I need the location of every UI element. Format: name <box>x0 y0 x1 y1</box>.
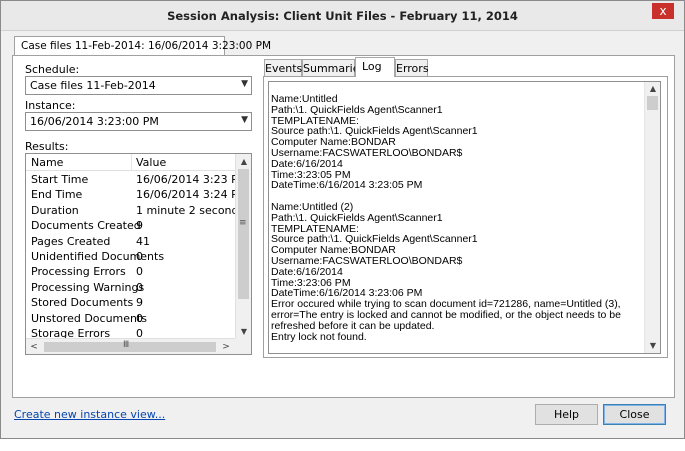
log-vertical-scrollbar[interactable]: ▲ ▼ <box>644 82 660 353</box>
log-line: Date:6/16/2014 <box>271 157 343 170</box>
close-window-icon[interactable]: x <box>652 3 674 19</box>
results-horizontal-scrollbar[interactable]: < Ⅲ > <box>26 338 236 354</box>
log-line: Date:6/16/2014 <box>271 265 343 278</box>
instance-select[interactable]: 16/06/2014 3:23:00 PM ▼ <box>25 112 252 131</box>
result-value: 41 <box>136 234 150 248</box>
log-block: Name:Untitled (2) Path:\1. QuickFields Ag… <box>271 202 645 299</box>
close-button[interactable]: Close <box>603 404 666 425</box>
scroll-up-icon[interactable]: ▲ <box>236 154 251 169</box>
instance-value: 16/06/2014 3:23:00 PM <box>30 115 159 128</box>
scrollbar-thumb[interactable] <box>647 96 658 110</box>
grip-icon: ≡ <box>239 218 247 228</box>
scroll-right-icon[interactable]: > <box>218 339 234 354</box>
result-name: Documents Created <box>31 219 141 233</box>
column-header-value[interactable]: Value <box>136 156 166 169</box>
scroll-up-icon[interactable]: ▲ <box>645 82 660 96</box>
scrollbar-corner <box>235 338 251 354</box>
table-row[interactable]: End Time 16/06/2014 3:24 PM <box>26 187 247 202</box>
table-row[interactable]: Pages Created 41 <box>26 234 236 249</box>
result-name: Duration <box>31 203 79 217</box>
log-content: Name:Untitled Path:\1. QuickFields Agent\… <box>269 94 645 342</box>
column-separator <box>131 154 132 171</box>
tab-errors[interactable]: Errors <box>395 59 429 76</box>
result-value: 16/06/2014 3:24 PM <box>136 188 248 202</box>
result-name: Unstored Documents <box>31 311 148 325</box>
table-row[interactable]: Unidentified Documents 0 <box>26 249 236 264</box>
log-line: Path:\1. QuickFields Agent\Scanner1 <box>271 211 443 224</box>
column-header-name[interactable]: Name <box>31 156 63 169</box>
window-title: Session Analysis: Client Unit Files - Fe… <box>167 9 518 23</box>
table-row[interactable]: Start Time 16/06/2014 3:23 PM <box>26 172 247 187</box>
log-textbox[interactable]: Name:Untitled Path:\1. QuickFields Agent\… <box>268 81 661 354</box>
title-bar: Session Analysis: Client Unit Files - Fe… <box>1 1 684 31</box>
scroll-left-icon[interactable]: < <box>26 339 42 354</box>
table-row[interactable]: Documents Created 9 <box>26 218 236 233</box>
log-line: DateTime:6/16/2014 3:23:05 PM <box>271 179 423 192</box>
scrollbar-thumb[interactable] <box>44 342 216 352</box>
result-name: Start Time <box>31 173 89 186</box>
result-value: 0 <box>136 250 143 263</box>
result-value: 16/06/2014 3:23 PM <box>136 173 248 186</box>
scrollbar-thumb[interactable] <box>238 169 249 299</box>
schedule-label: Schedule: <box>25 63 80 76</box>
log-error-line: Error occured while trying to scan docum… <box>271 298 621 332</box>
table-row[interactable]: Unstored Documents 0 <box>26 311 236 326</box>
results-header: Name Value <box>26 154 236 171</box>
table-row[interactable]: Duration 1 minute 2 seconds <box>26 203 244 218</box>
result-name: End Time <box>31 188 83 202</box>
grip-icon: Ⅲ <box>123 340 130 350</box>
results-list[interactable]: Name Value Start Time 16/06/2014 3:23 PM E… <box>25 153 252 355</box>
table-row[interactable]: Stored Documents 9 <box>26 295 236 310</box>
help-button[interactable]: Help <box>535 404 598 425</box>
log-block: Name:Untitled Path:\1. QuickFields Agent\… <box>271 94 645 191</box>
chevron-down-icon: ▼ <box>241 79 248 89</box>
results-vertical-scrollbar[interactable]: ▲ ≡ ▼ <box>235 154 251 339</box>
result-value: 9 <box>136 296 143 310</box>
result-value: 9 <box>136 219 143 233</box>
tab-case-files[interactable]: Case files 11-Feb-2014: 16/06/2014 3:23:… <box>14 36 271 56</box>
result-name: Pages Created <box>31 234 111 248</box>
tab-log[interactable]: Log <box>355 57 395 77</box>
result-value: 0 <box>136 265 143 279</box>
result-value: 0 <box>136 280 143 294</box>
table-row[interactable]: Processing Errors 0 <box>26 264 236 279</box>
scroll-down-icon[interactable]: ▼ <box>645 339 660 353</box>
table-row[interactable]: Processing Warnings 0 <box>26 280 236 295</box>
instance-label: Instance: <box>25 99 76 112</box>
log-last-line: Entry lock not found. <box>271 330 367 343</box>
result-value: 0 <box>136 311 143 325</box>
schedule-select[interactable]: Case files 11-Feb-2014 ▼ <box>25 76 252 95</box>
session-analysis-window: Session Analysis: Client Unit Files - Fe… <box>0 0 685 439</box>
result-name: Processing Warnings <box>31 280 145 294</box>
result-value: 1 minute 2 seconds <box>136 203 245 217</box>
result-name: Processing Errors <box>31 265 126 279</box>
results-label: Results: <box>25 140 69 153</box>
schedule-value: Case files 11-Feb-2014 <box>30 79 156 92</box>
tab-events[interactable]: Events <box>264 59 302 76</box>
scroll-down-icon[interactable]: ▼ <box>236 324 251 339</box>
create-instance-view-link[interactable]: Create new instance view... <box>14 408 165 421</box>
log-line: Path:\1. QuickFields Agent\Scanner1 <box>271 103 443 116</box>
result-name: Stored Documents <box>31 296 134 310</box>
tab-summaries[interactable]: Summaries <box>302 59 365 76</box>
result-name: Unidentified Documents <box>31 250 165 263</box>
chevron-down-icon: ▼ <box>241 115 248 125</box>
